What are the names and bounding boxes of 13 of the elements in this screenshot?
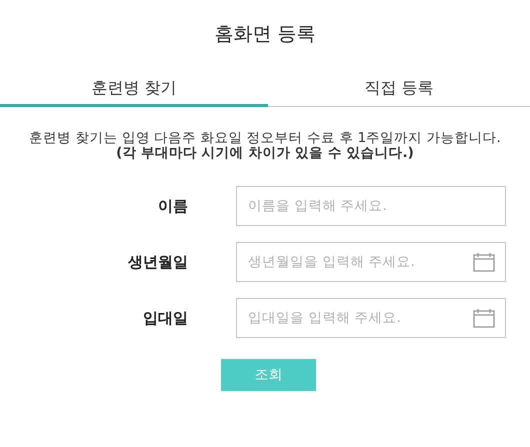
notice-text: (각 부대마다 시기에 차이가 있을 수 있습니다.)	[116, 146, 414, 161]
field-label: 생년월일	[127, 252, 188, 272]
calendar-icon[interactable]	[473, 252, 495, 272]
field-label: 입대일	[142, 308, 188, 328]
date-field[interactable]: 생년월일을 입력해 주세요.	[236, 242, 506, 282]
date-field[interactable]: 입대일을 입력해 주세요.	[236, 298, 506, 338]
notice-text: 훈련병 찾기는 입영 다음주 화요일 정오부터 수료 후 1주일까지 가능합니다.	[29, 131, 501, 146]
tab[interactable]: 훈련병 찾기	[0, 71, 268, 107]
field-label: 이름	[157, 196, 188, 216]
tab[interactable]: 직접 등록	[268, 71, 530, 107]
page-title: 홈화면 등록	[213, 22, 317, 47]
calendar-icon[interactable]	[473, 308, 495, 328]
input-field[interactable]: 이름을 입력해 주세요.	[236, 186, 506, 226]
